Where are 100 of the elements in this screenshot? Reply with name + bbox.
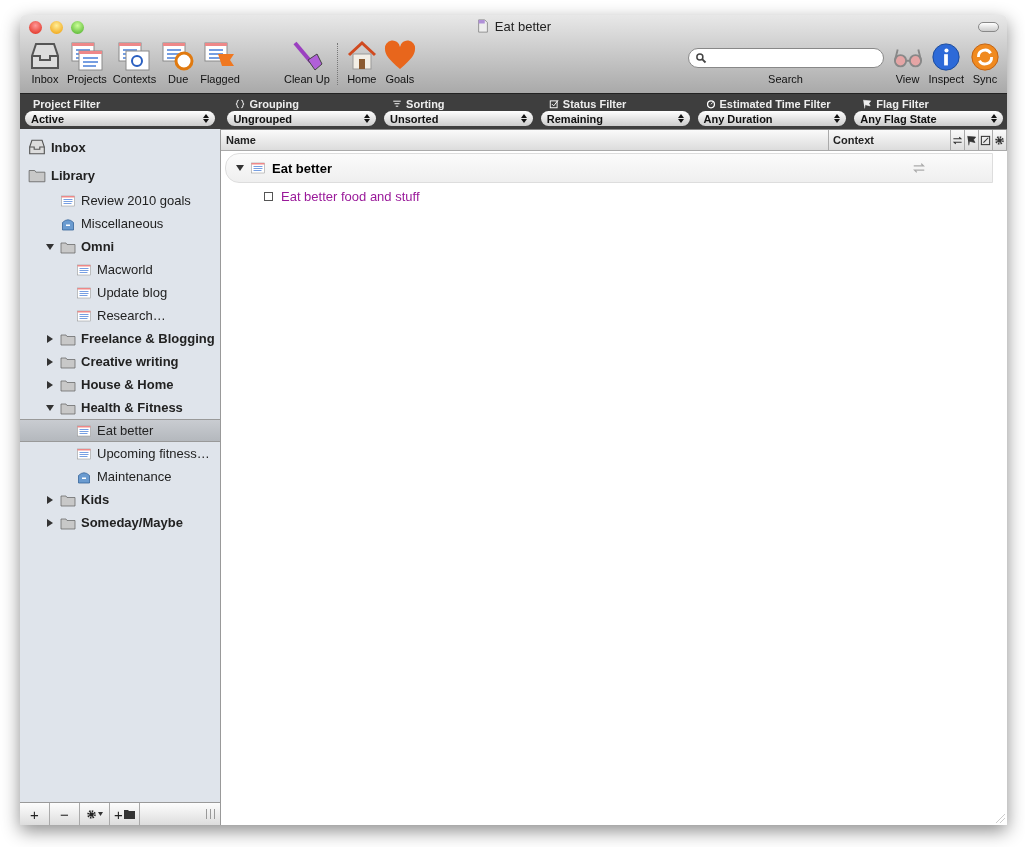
sidebar-item[interactable]: Maintenance [20,465,220,488]
column-header[interactable] [993,130,1007,150]
sidebar-item[interactable]: Update blog [20,281,220,304]
filter-popup[interactable]: Active [25,111,216,126]
column-header[interactable] [979,130,993,150]
remove-button[interactable]: − [50,803,80,825]
checkbox-icon [548,98,559,109]
updown-arrows-icon [834,114,841,123]
flag-icon [966,134,977,146]
filter-popup[interactable]: Unsorted [384,111,533,126]
sidebar-item[interactable]: Creative writing [20,350,220,373]
updown-arrows-icon [677,114,684,123]
task-checkbox[interactable] [264,191,273,201]
inbox-tray-icon [29,40,61,72]
toolbar-button[interactable]: Home [342,40,381,85]
sync-icon [970,42,1000,72]
repeat-arrows-icon [912,161,926,175]
toolbar-button[interactable]: View [889,42,926,85]
project-list-icon [60,192,76,209]
filter-label: Status Filter [562,97,627,110]
collapsed-triangle-icon[interactable] [46,495,54,504]
collapsed-triangle-icon[interactable] [46,380,54,389]
toolbar-button[interactable]: Clean Up [280,40,333,85]
close-button[interactable] [29,20,42,34]
add-button[interactable]: + [20,803,50,825]
document-icon [475,19,490,33]
filter-popup[interactable]: Any Flag State [854,111,1003,126]
filter-label: Estimated Time Filter [719,97,831,110]
filter-popup[interactable]: Any Duration [697,111,847,126]
gear-icon [994,134,1005,146]
toolbar-button[interactable]: Projects [64,40,110,85]
expanded-triangle-icon[interactable] [46,403,54,412]
toolbar-button[interactable]: Inspect [925,42,967,85]
sidebar-item[interactable]: Kids [20,488,220,511]
sidebar-item[interactable]: Miscellaneous [20,212,220,235]
column-header[interactable] [951,130,965,150]
updown-arrows-icon [364,114,371,123]
project-list-icon [250,160,266,176]
toolbar-button[interactable]: Sync [967,42,1003,85]
repeat-arrows-icon [952,134,963,146]
filter-label: Project Filter [33,97,101,110]
column-header[interactable]: Name [221,130,829,150]
toolbar-button[interactable]: Contexts [109,40,160,85]
stacked-lists-icon [70,40,103,72]
clock-icon [705,98,716,109]
toolbar-button[interactable]: Goals [380,40,419,85]
sidebar-item[interactable]: House & Home [20,373,220,396]
folder-icon [123,809,135,819]
filter-label: Sorting [406,97,445,110]
filter-label: Flag Filter [876,97,929,110]
project-list-icon [76,284,92,301]
info-icon [931,42,962,72]
braces-icon [235,98,246,109]
toolbar-button[interactable]: Flagged [197,40,243,85]
updown-arrows-icon [520,114,527,123]
collapsed-triangle-icon[interactable] [46,334,54,343]
project-list-icon [76,261,92,278]
column-header[interactable]: Context [829,130,951,150]
sidebar-item[interactable]: Macworld [20,258,220,281]
project-list-icon [76,422,92,439]
sidebar-item[interactable]: Eat better [20,419,220,442]
column-header[interactable] [965,130,979,150]
sidebar-item[interactable]: Library [20,161,220,189]
flag-icon [862,98,873,109]
collapsed-triangle-icon[interactable] [46,357,54,366]
sidebar-item[interactable]: Upcoming fitness… [20,442,220,465]
gear-icon [86,808,97,820]
expanded-triangle-icon[interactable] [236,164,244,172]
project-list-icon [76,307,92,324]
collapsed-triangle-icon[interactable] [46,518,54,527]
toolbar-button[interactable]: Due [159,40,198,85]
sidebar-item[interactable]: Omni [20,235,220,258]
sidebar-item[interactable]: Someday/Maybe [20,511,220,534]
house-icon [345,40,378,72]
caret-icon [98,812,103,816]
filter-label: Grouping [249,97,299,110]
expanded-triangle-icon[interactable] [46,242,54,251]
note-icon [980,134,991,146]
search-label: Search [768,73,803,85]
search-icon [694,52,707,64]
search-field[interactable] [687,48,884,68]
sort-lines-icon [392,98,403,109]
task-title[interactable]: Eat better food and stuff [281,188,420,204]
toolbar-button[interactable]: Inbox [26,40,64,85]
project-list-icon [76,445,92,462]
inbox-tray-icon [28,138,46,156]
updown-arrows-icon [990,114,997,123]
sidebar-item[interactable]: Health & Fitness [20,396,220,419]
sidebar-item[interactable]: Review 2010 goals [20,189,220,212]
heart-icon [383,40,416,72]
project-group-row[interactable]: Eat better [225,153,993,183]
sidebar-item[interactable]: Inbox [20,133,220,161]
toolbar-toggle-button[interactable] [978,22,999,32]
window-title: Eat better [494,19,552,34]
sidebar-item[interactable]: Research… [20,304,220,327]
new-folder-button[interactable]: + [110,803,140,825]
filter-popup[interactable]: Ungrouped [227,111,377,126]
sidebar-item[interactable]: Freelance & Blogging [20,327,220,350]
filter-popup[interactable]: Remaining [540,111,690,126]
updown-arrows-icon [203,114,210,123]
